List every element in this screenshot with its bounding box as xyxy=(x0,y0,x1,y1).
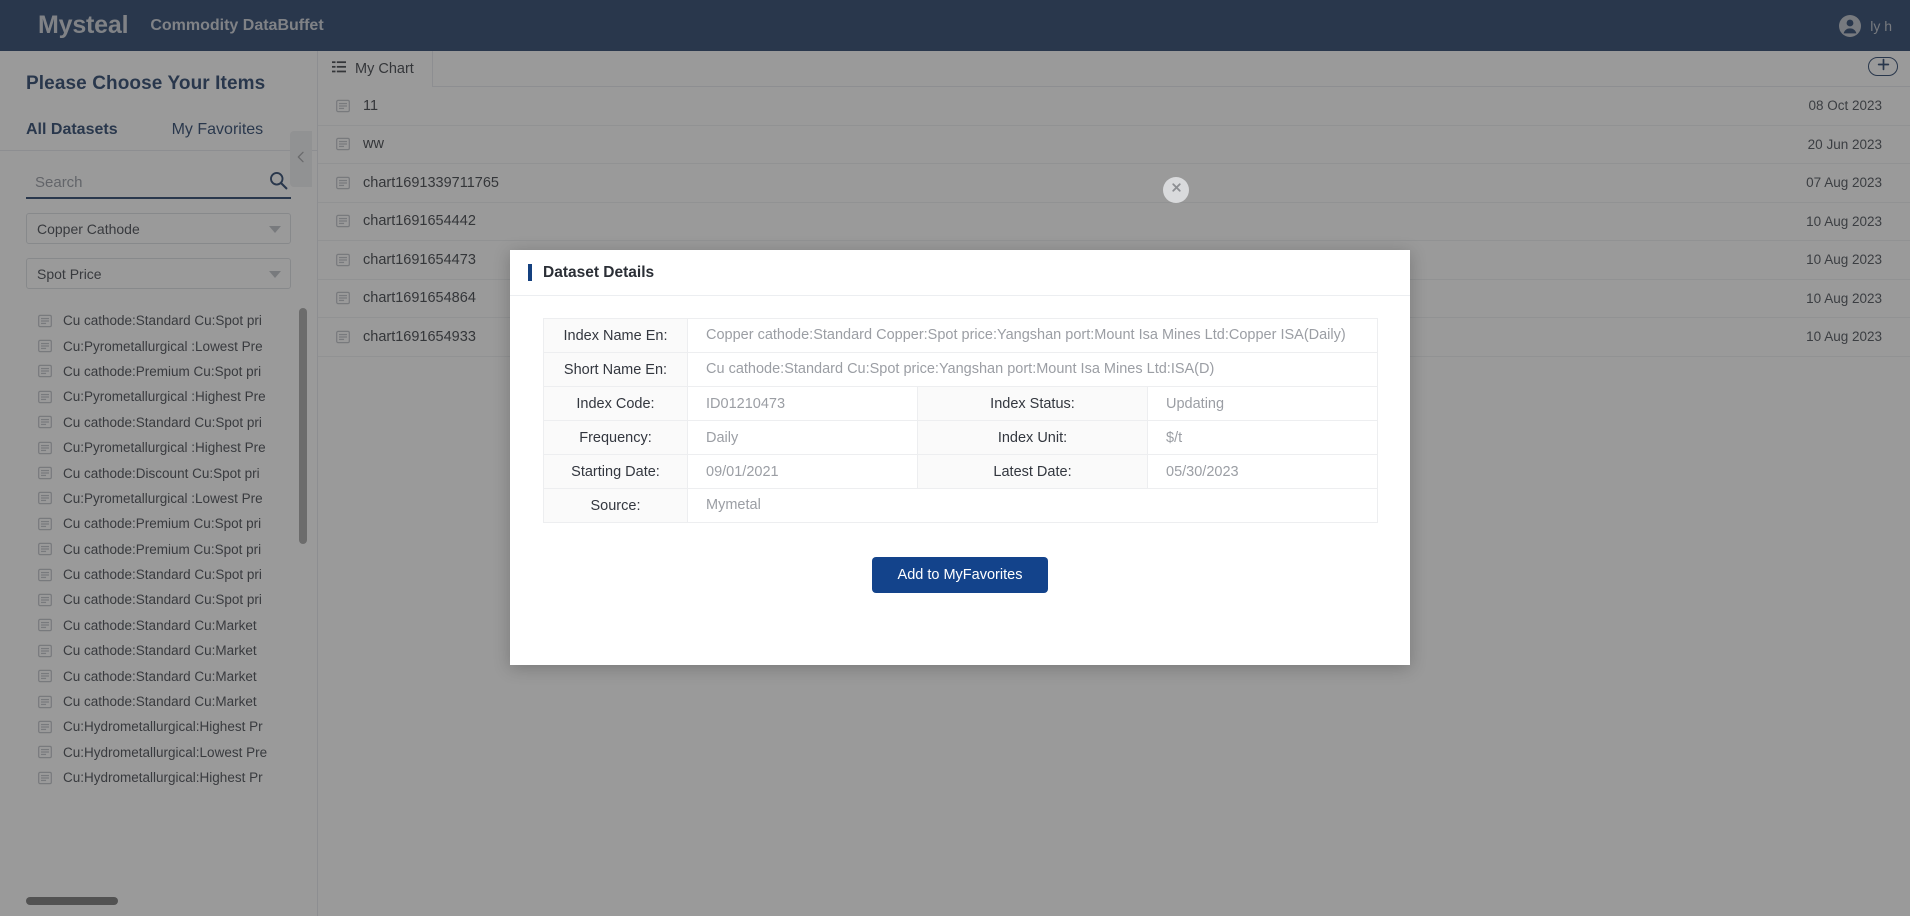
starting-date-label: Starting Date: xyxy=(543,454,688,489)
modal-close-button[interactable] xyxy=(1163,177,1189,203)
index-code-label: Index Code: xyxy=(543,386,688,421)
short-name-en-value: Cu cathode:Standard Cu:Spot price:Yangsh… xyxy=(687,352,1378,387)
app-root: Mysteal Commodity DataBuffet ly h Please… xyxy=(0,0,1910,916)
accent-bar-icon xyxy=(528,264,532,281)
source-value: Mymetal xyxy=(687,488,1378,523)
index-status-label: Index Status: xyxy=(917,386,1148,421)
index-unit-label: Index Unit: xyxy=(917,420,1148,455)
dialog-title: Dataset Details xyxy=(543,263,655,281)
table-row: Index Name En: Copper cathode:Standard C… xyxy=(543,318,1378,353)
table-row: Index Code: ID01210473 Index Status: Upd… xyxy=(543,386,1378,421)
table-row: Starting Date: 09/01/2021 Latest Date: 0… xyxy=(543,454,1378,489)
table-row: Source: Mymetal xyxy=(543,488,1378,523)
index-status-value: Updating xyxy=(1147,386,1378,421)
dialog-actions: Add to MyFavorites xyxy=(510,557,1410,593)
index-name-en-value: Copper cathode:Standard Copper:Spot pric… xyxy=(687,318,1378,353)
source-label: Source: xyxy=(543,488,688,523)
table-row: Short Name En: Cu cathode:Standard Cu:Sp… xyxy=(543,352,1378,387)
add-to-myfavorites-button[interactable]: Add to MyFavorites xyxy=(871,557,1049,593)
frequency-label: Frequency: xyxy=(543,420,688,455)
short-name-en-label: Short Name En: xyxy=(543,352,688,387)
frequency-value: Daily xyxy=(687,420,918,455)
dataset-details-dialog: Dataset Details Index Name En: Copper ca… xyxy=(510,250,1410,665)
dialog-header: Dataset Details xyxy=(510,250,1410,296)
latest-date-label: Latest Date: xyxy=(917,454,1148,489)
dataset-details-table: Index Name En: Copper cathode:Standard C… xyxy=(543,318,1378,523)
latest-date-value: 05/30/2023 xyxy=(1147,454,1378,489)
table-row: Frequency: Daily Index Unit: $/t xyxy=(543,420,1378,455)
index-name-en-label: Index Name En: xyxy=(543,318,688,353)
index-code-value: ID01210473 xyxy=(687,386,918,421)
starting-date-value: 09/01/2021 xyxy=(687,454,918,489)
index-unit-value: $/t xyxy=(1147,420,1378,455)
close-icon xyxy=(1170,181,1183,199)
